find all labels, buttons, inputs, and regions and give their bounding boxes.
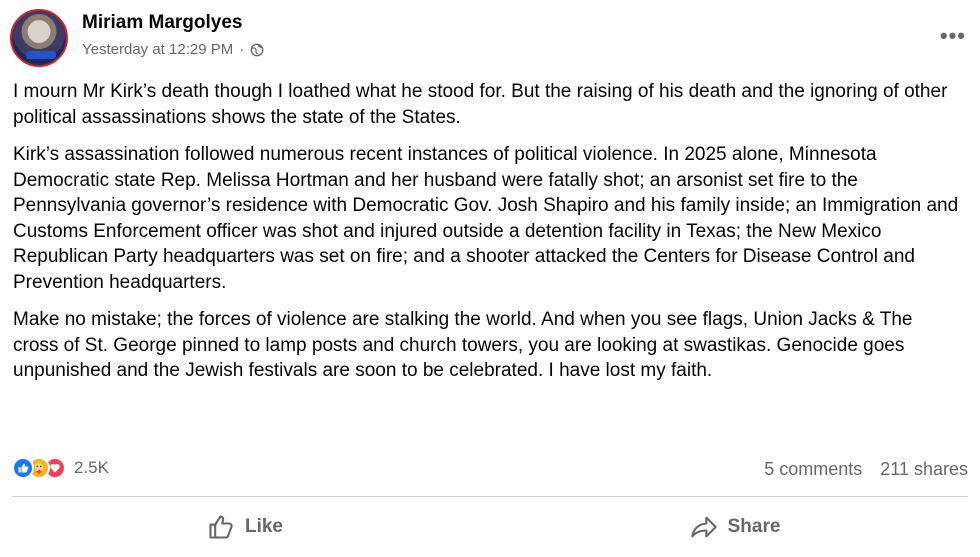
post-paragraph: Make no mistake; the forces of violence …	[13, 309, 913, 381]
post-paragraph: I mourn Mr Kirk’s death though I loathed…	[13, 81, 948, 128]
post-paragraph: Kirk’s assassination followed numerous r…	[13, 144, 959, 293]
share-arrow-icon	[690, 516, 717, 538]
like-label: Like	[244, 516, 284, 537]
meta-separator: ·	[239, 41, 245, 58]
author-avatar[interactable]	[10, 9, 68, 67]
reaction-count[interactable]: 2.5K	[74, 458, 109, 478]
post-timestamp[interactable]: Yesterday at 12:29 PM	[82, 41, 233, 58]
like-button[interactable]: Like	[0, 505, 490, 549]
post-text: I mourn Mr Kirk’s death though I loathed…	[13, 79, 963, 396]
reactions-summary[interactable]: 2.5K	[12, 457, 109, 479]
post-meta: Yesterday at 12:29 PM ·	[82, 41, 264, 58]
like-icon	[12, 457, 34, 479]
thumbs-up-icon	[209, 515, 233, 539]
share-label: Share	[727, 516, 781, 537]
author-name[interactable]: Miriam Margolyes	[82, 12, 243, 34]
action-divider	[12, 496, 968, 497]
share-button[interactable]: Share	[490, 505, 980, 549]
comments-count[interactable]: 5 comments	[764, 459, 862, 480]
avatar-badge	[26, 51, 56, 59]
more-options-icon[interactable]: •••	[940, 23, 966, 49]
post-header: Miriam Margolyes Yesterday at 12:29 PM ·…	[10, 9, 970, 69]
globe-icon[interactable]	[250, 43, 264, 57]
engagement-stats: 5 comments 211 shares	[764, 459, 968, 480]
shares-count[interactable]: 211 shares	[880, 459, 968, 480]
post-actions: Like Share	[0, 505, 980, 549]
